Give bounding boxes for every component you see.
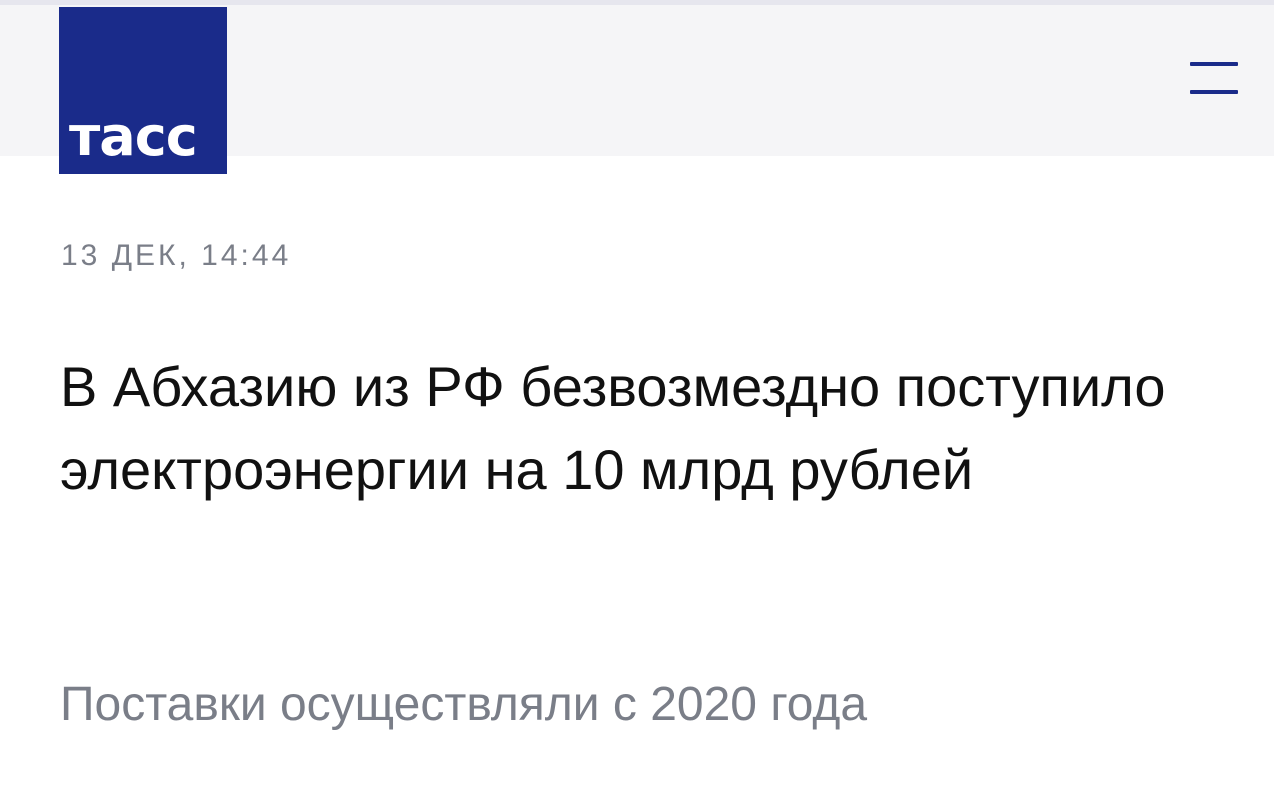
hamburger-menu-icon bbox=[1190, 62, 1238, 66]
article-date: 13 ДЕК, 14:44 bbox=[61, 239, 292, 272]
tass-logo[interactable]: тасс bbox=[59, 7, 227, 174]
menu-button[interactable] bbox=[1186, 60, 1242, 100]
logo-text: тасс bbox=[69, 105, 198, 168]
article-headline: В Абхазию из РФ безвозмездно поступило э… bbox=[60, 355, 1166, 501]
article-subtitle: Поставки осуществляли с 2020 года bbox=[60, 678, 868, 731]
